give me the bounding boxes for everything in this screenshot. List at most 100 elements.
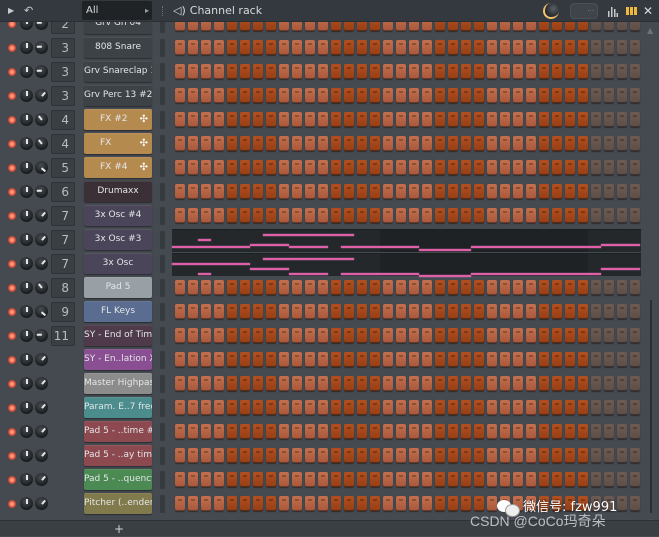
step-button[interactable] xyxy=(591,184,601,199)
step-button[interactable] xyxy=(630,328,640,343)
drag-grip[interactable] xyxy=(162,6,164,16)
step-button[interactable] xyxy=(539,280,549,295)
step-button[interactable] xyxy=(253,160,263,175)
step-button[interactable] xyxy=(617,280,627,295)
step-button[interactable] xyxy=(227,328,237,343)
pan-knob[interactable] xyxy=(35,377,48,390)
step-button[interactable] xyxy=(487,280,497,295)
step-button[interactable] xyxy=(201,352,211,367)
step-button[interactable] xyxy=(175,112,185,127)
step-button[interactable] xyxy=(318,400,328,415)
step-button[interactable] xyxy=(565,184,575,199)
step-button[interactable] xyxy=(552,352,562,367)
step-button[interactable] xyxy=(188,496,198,511)
step-button[interactable] xyxy=(188,352,198,367)
step-button[interactable] xyxy=(266,136,276,151)
step-button[interactable] xyxy=(630,280,640,295)
step-button[interactable] xyxy=(240,472,250,487)
step-button[interactable] xyxy=(409,136,419,151)
step-button[interactable] xyxy=(552,88,562,103)
step-button[interactable] xyxy=(500,64,510,79)
step-button[interactable] xyxy=(409,328,419,343)
step-button[interactable] xyxy=(409,424,419,439)
step-button[interactable] xyxy=(201,40,211,55)
channel-select-indicator[interactable] xyxy=(160,375,165,393)
scroll-up-arrow-icon[interactable]: ▲ xyxy=(647,26,653,35)
step-button[interactable] xyxy=(383,352,393,367)
vertical-scrollbar[interactable] xyxy=(650,300,652,513)
step-button[interactable] xyxy=(266,376,276,391)
pan-knob[interactable] xyxy=(35,185,48,198)
step-button[interactable] xyxy=(266,184,276,199)
channel-name-button[interactable]: Master Highpass xyxy=(84,373,152,394)
step-button[interactable] xyxy=(539,184,549,199)
step-button[interactable] xyxy=(474,88,484,103)
step-button[interactable] xyxy=(344,208,354,223)
step-button[interactable] xyxy=(370,40,380,55)
step-button[interactable] xyxy=(461,40,471,55)
step-button[interactable] xyxy=(539,112,549,127)
step-button[interactable] xyxy=(630,472,640,487)
step-button[interactable] xyxy=(422,160,432,175)
step-button[interactable] xyxy=(370,88,380,103)
step-button[interactable] xyxy=(214,448,224,463)
step-button[interactable] xyxy=(266,424,276,439)
step-button[interactable] xyxy=(396,280,406,295)
step-button[interactable] xyxy=(591,208,601,223)
step-button[interactable] xyxy=(461,160,471,175)
channel-name-button[interactable]: FX #2 ✣ xyxy=(84,109,152,130)
volume-knob[interactable] xyxy=(20,473,33,486)
step-button[interactable] xyxy=(591,352,601,367)
step-button[interactable] xyxy=(617,304,627,319)
step-button[interactable] xyxy=(422,136,432,151)
step-button[interactable] xyxy=(279,424,289,439)
step-button[interactable] xyxy=(500,208,510,223)
step-button[interactable] xyxy=(565,352,575,367)
mute-led-button[interactable] xyxy=(8,404,16,412)
step-button[interactable] xyxy=(578,352,588,367)
step-button[interactable] xyxy=(344,328,354,343)
step-button[interactable] xyxy=(604,112,614,127)
step-button[interactable] xyxy=(630,352,640,367)
step-button[interactable] xyxy=(461,64,471,79)
step-button[interactable] xyxy=(565,304,575,319)
step-button[interactable] xyxy=(630,64,640,79)
step-button[interactable] xyxy=(201,136,211,151)
step-button[interactable] xyxy=(578,160,588,175)
step-button[interactable] xyxy=(539,472,549,487)
step-button[interactable] xyxy=(630,88,640,103)
step-button[interactable] xyxy=(591,424,601,439)
step-button[interactable] xyxy=(292,184,302,199)
step-button[interactable] xyxy=(201,184,211,199)
step-button[interactable] xyxy=(227,88,237,103)
step-button[interactable] xyxy=(617,208,627,223)
step-button[interactable] xyxy=(292,352,302,367)
step-button[interactable] xyxy=(422,112,432,127)
step-button[interactable] xyxy=(331,88,341,103)
step-button[interactable] xyxy=(383,496,393,511)
step-button[interactable] xyxy=(292,400,302,415)
step-button[interactable] xyxy=(318,136,328,151)
step-button[interactable] xyxy=(604,208,614,223)
step-button[interactable] xyxy=(318,280,328,295)
step-button[interactable] xyxy=(539,88,549,103)
step-button[interactable] xyxy=(435,136,445,151)
volume-knob[interactable] xyxy=(20,113,33,126)
volume-knob[interactable] xyxy=(20,377,33,390)
step-button[interactable] xyxy=(227,424,237,439)
pan-knob[interactable] xyxy=(35,137,48,150)
channel-select-indicator[interactable] xyxy=(160,351,165,369)
step-button[interactable] xyxy=(240,400,250,415)
step-button[interactable] xyxy=(487,424,497,439)
step-button[interactable] xyxy=(318,304,328,319)
step-button[interactable] xyxy=(604,304,614,319)
step-button[interactable] xyxy=(604,40,614,55)
step-button[interactable] xyxy=(279,64,289,79)
step-button[interactable] xyxy=(591,136,601,151)
step-button[interactable] xyxy=(617,376,627,391)
channel-name-button[interactable]: 3x Osc #4 xyxy=(84,205,152,226)
step-button[interactable] xyxy=(474,496,484,511)
channel-select-indicator[interactable] xyxy=(160,327,165,345)
step-button[interactable] xyxy=(487,208,497,223)
step-button[interactable] xyxy=(227,160,237,175)
